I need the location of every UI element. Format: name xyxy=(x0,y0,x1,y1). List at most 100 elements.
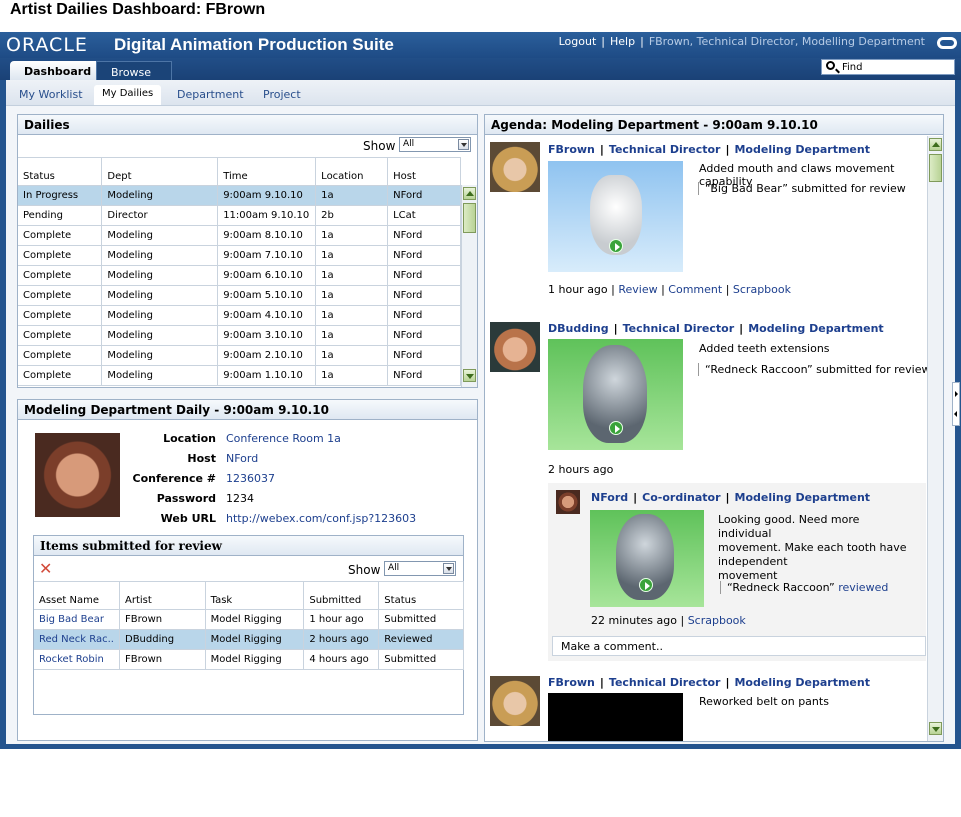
find-input[interactable]: Find xyxy=(821,59,955,75)
post-author-link[interactable]: FBrown xyxy=(548,143,595,156)
scrapbook-link[interactable]: Scrapbook xyxy=(688,614,746,627)
tab-browse[interactable]: Browse xyxy=(96,61,172,80)
play-icon[interactable] xyxy=(609,421,623,435)
agenda-panel: Agenda: Modeling Department - 9:00am 9.1… xyxy=(484,114,944,742)
table-row[interactable]: Rocket Robin FBrown Model Rigging 4 hours a… xyxy=(34,649,464,670)
table-row[interactable]: Red Neck Rac.. DBudding Model Rigging 2 hou… xyxy=(34,629,464,650)
post-dept-link[interactable]: Modeling Department xyxy=(734,676,870,689)
render-thumbnail[interactable] xyxy=(548,693,683,741)
table-row[interactable]: Complete Modeling 9:00am 5.10.10 1a NFord xyxy=(18,285,461,306)
post-role-link[interactable]: Technical Director xyxy=(623,322,735,335)
scroll-thumb[interactable] xyxy=(929,154,942,182)
col-artist[interactable]: Artist xyxy=(119,581,206,610)
agenda-scrollbar[interactable] xyxy=(927,136,943,741)
post-author-link[interactable]: NFord xyxy=(591,491,628,504)
scroll-down-icon[interactable] xyxy=(929,722,942,735)
main-tabs: Dashboard Browse Find xyxy=(0,58,961,80)
table-cell: Modeling xyxy=(101,365,219,386)
table-row[interactable]: Complete Modeling 9:00am 4.10.10 1a NFord xyxy=(18,305,461,326)
post-author-link[interactable]: FBrown xyxy=(548,676,595,689)
comment-link[interactable]: Comment xyxy=(668,283,722,296)
table-cell: 1a xyxy=(315,285,389,306)
tab-dashboard[interactable]: Dashboard xyxy=(10,61,105,80)
scrapbook-link[interactable]: Scrapbook xyxy=(733,283,791,296)
table-cell: FBrown xyxy=(119,609,206,630)
table-row[interactable]: Complete Modeling 9:00am 3.10.10 1a NFord xyxy=(18,325,461,346)
location-value[interactable]: Conference Room 1a xyxy=(226,432,341,445)
oracle-ring-icon xyxy=(937,37,957,49)
avatar[interactable] xyxy=(556,490,580,514)
help-link[interactable]: Help xyxy=(610,35,635,48)
tab-project[interactable]: Project xyxy=(263,88,301,101)
comment-input[interactable]: Make a comment.. xyxy=(552,636,926,656)
table-row[interactable]: Complete Modeling 9:00am 1.10.10 1a NFord xyxy=(18,365,461,386)
scroll-up-icon[interactable] xyxy=(463,187,476,200)
review-show-select[interactable]: All xyxy=(384,561,456,576)
scroll-thumb[interactable] xyxy=(463,203,476,233)
asset-link[interactable]: Big Bad Bear xyxy=(34,609,120,630)
scroll-up-icon[interactable] xyxy=(929,138,942,151)
table-row[interactable]: In Progress Modeling 9:00am 9.10.10 1a NFord xyxy=(18,185,461,206)
post-role-link[interactable]: Technical Director xyxy=(609,676,721,689)
render-thumbnail[interactable] xyxy=(548,339,683,450)
post-author-link[interactable]: DBudding xyxy=(548,322,609,335)
col-asset-name[interactable]: Asset Name xyxy=(34,581,120,610)
weburl-value[interactable]: http://webex.com/conf.jsp?123603 xyxy=(226,512,416,525)
col-submitted[interactable]: Submitted xyxy=(303,581,380,610)
avatar[interactable] xyxy=(490,322,540,372)
col-status[interactable]: Status xyxy=(378,581,464,610)
table-cell: 9:00am 4.10.10 xyxy=(217,305,317,326)
col-host[interactable]: Host xyxy=(387,157,461,186)
post-dept-link[interactable]: Modeling Department xyxy=(735,491,871,504)
table-cell: FBrown xyxy=(119,649,206,670)
conference-value[interactable]: 1236037 xyxy=(226,472,275,485)
col-task[interactable]: Task xyxy=(205,581,305,610)
review-items-panel: Items submitted for review ✕ Show All As… xyxy=(33,535,464,715)
post-dept-link[interactable]: Modeling Department xyxy=(748,322,884,335)
review-link[interactable]: Review xyxy=(618,283,657,296)
tab-department[interactable]: Department xyxy=(177,88,244,101)
tab-my-worklist[interactable]: My Worklist xyxy=(19,88,83,101)
host-value[interactable]: NFord xyxy=(226,452,258,465)
render-thumbnail[interactable] xyxy=(590,510,704,607)
post-header: FBrown | Technical Director | Modeling Depar… xyxy=(548,143,870,156)
table-cell: 1a xyxy=(315,305,389,326)
daily-detail-panel: Modeling Department Daily - 9:00am 9.10.… xyxy=(17,399,478,741)
dailies-show-select[interactable]: All xyxy=(399,137,471,152)
table-row[interactable]: Complete Modeling 9:00am 6.10.10 1a NFord xyxy=(18,265,461,286)
reviewed-link[interactable]: reviewed xyxy=(838,581,888,594)
table-row[interactable]: Big Bad Bear FBrown Model Rigging 1 hour ag… xyxy=(34,609,464,630)
post-header: FBrown | Technical Director | Modeling Depar… xyxy=(548,676,870,689)
dailies-scrollbar[interactable] xyxy=(461,185,477,387)
panel-toggle-handle[interactable] xyxy=(952,382,960,426)
delete-icon[interactable]: ✕ xyxy=(39,559,52,578)
col-dept[interactable]: Dept xyxy=(101,157,219,186)
location-label: Location xyxy=(163,432,216,445)
play-icon[interactable] xyxy=(639,578,653,592)
render-thumbnail[interactable] xyxy=(548,161,683,272)
post-dept-link[interactable]: Modeling Department xyxy=(734,143,870,156)
col-time[interactable]: Time xyxy=(217,157,317,186)
table-cell: 1a xyxy=(315,365,389,386)
tab-my-dailies[interactable]: My Dailies xyxy=(94,85,162,105)
avatar[interactable] xyxy=(490,676,540,726)
table-row[interactable]: Pending Director 11:00am 9.10.10 2b LCat xyxy=(18,205,461,226)
col-status[interactable]: Status xyxy=(18,157,103,186)
asset-link[interactable]: Rocket Robin xyxy=(34,649,120,670)
scroll-down-icon[interactable] xyxy=(463,369,476,382)
table-row[interactable]: Complete Modeling 9:00am 7.10.10 1a NFord xyxy=(18,245,461,266)
table-cell: 9:00am 1.10.10 xyxy=(217,365,317,386)
post-role-link[interactable]: Co-ordinator xyxy=(642,491,720,504)
play-icon[interactable] xyxy=(609,239,623,253)
table-row[interactable]: Complete Modeling 9:00am 8.10.10 1a NFord xyxy=(18,225,461,246)
daily-detail-title: Modeling Department Daily - 9:00am 9.10.… xyxy=(18,400,477,420)
post-role-link[interactable]: Technical Director xyxy=(609,143,721,156)
table-cell: Complete xyxy=(18,325,103,346)
table-row[interactable]: Complete Modeling 9:00am 2.10.10 1a NFord xyxy=(18,345,461,366)
post-meta: 1 hour ago | Review | Comment | Scrapboo… xyxy=(548,283,791,296)
col-location[interactable]: Location xyxy=(315,157,389,186)
logout-link[interactable]: Logout xyxy=(559,35,597,48)
asset-link[interactable]: Red Neck Rac.. xyxy=(34,629,120,650)
app-window: ORACLE Digital Animation Production Suit… xyxy=(0,32,961,749)
avatar[interactable] xyxy=(490,142,540,192)
